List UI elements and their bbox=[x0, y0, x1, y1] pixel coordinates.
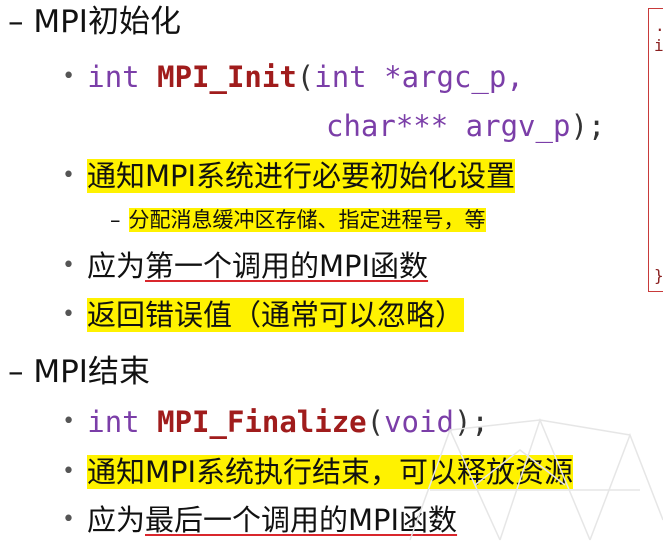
code-function-name: MPI_Finalize bbox=[157, 405, 367, 439]
bullet-icon: • bbox=[62, 409, 76, 434]
bullet-icon: • bbox=[62, 163, 75, 188]
code-keyword: int bbox=[87, 60, 140, 94]
code-param: *argc_p, bbox=[366, 60, 524, 94]
code-keyword: int bbox=[314, 60, 367, 94]
bullet-first-call: • 应为第一个调用的MPI函数 bbox=[62, 247, 428, 289]
section-heading-finalize: – MPI结束 bbox=[8, 352, 150, 392]
heading-dash: – bbox=[8, 4, 24, 40]
code-mpi-init-line1: • int MPI_Init(int *argc_p, bbox=[62, 58, 524, 100]
watermark-sketch bbox=[409, 417, 663, 541]
highlighted-text: 分配消息缓冲区存储、指定进程号，等 bbox=[128, 208, 486, 232]
underlined-text: 第一个调用的MPI函数 bbox=[145, 249, 429, 283]
side-box-glyph: i bbox=[654, 36, 663, 55]
sub-dash: – bbox=[110, 208, 121, 232]
bullet-prefix: 应为 bbox=[86, 249, 145, 283]
highlighted-text: 通知MPI系统进行必要初始化设置 bbox=[86, 159, 516, 193]
bullet-icon: • bbox=[62, 507, 75, 532]
bullet-icon: • bbox=[62, 253, 75, 278]
heading-dash: – bbox=[8, 354, 24, 390]
code-keyword: char*** bbox=[326, 109, 449, 143]
bullet-icon: • bbox=[62, 459, 75, 484]
code-function-name: MPI_Init bbox=[157, 60, 297, 94]
code-paren: ( bbox=[296, 60, 315, 94]
heading-title: MPI结束 bbox=[33, 354, 150, 390]
bullet-prefix: 应为 bbox=[86, 503, 145, 537]
bullet-init-notify: • 通知MPI系统进行必要初始化设置 bbox=[62, 157, 516, 199]
highlighted-text: 返回错误值（通常可以忽略） bbox=[86, 298, 464, 332]
code-close: ); bbox=[570, 109, 606, 143]
side-box-glyph: . bbox=[655, 16, 663, 35]
bullet-return-error: • 返回错误值（通常可以忽略） bbox=[62, 296, 464, 338]
bullet-icon: • bbox=[62, 64, 76, 89]
sub-bullet-buffer: – 分配消息缓冲区存储、指定进程号，等 bbox=[110, 205, 486, 235]
side-box-glyph: } bbox=[654, 266, 663, 285]
code-param: argv_p bbox=[448, 109, 571, 143]
heading-title: MPI初始化 bbox=[33, 4, 181, 40]
section-heading-init: – MPI初始化 bbox=[8, 2, 181, 42]
code-paren: ( bbox=[366, 405, 385, 439]
code-keyword: int bbox=[87, 405, 140, 439]
bullet-icon: • bbox=[62, 302, 75, 327]
code-mpi-init-line2: char*** argv_p); bbox=[326, 107, 605, 145]
